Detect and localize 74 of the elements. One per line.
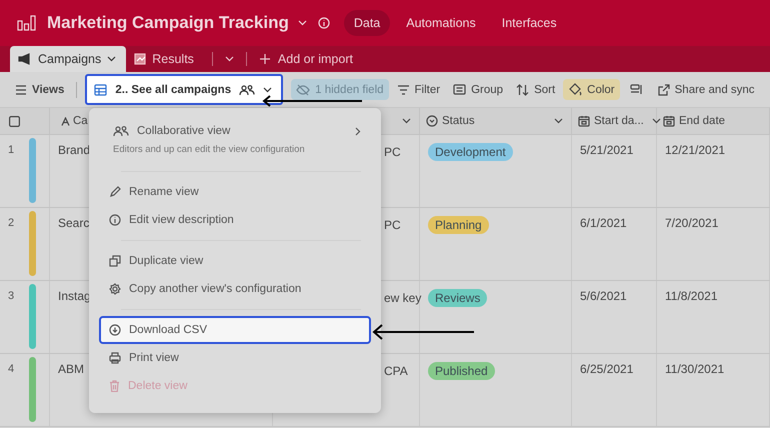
- trash-icon: [109, 380, 120, 392]
- column-header[interactable]: Start da...: [594, 115, 644, 127]
- people-icon: [239, 84, 256, 96]
- table-cell: 11/8/2021: [665, 289, 718, 303]
- table-cell: 12/21/2021: [665, 143, 726, 157]
- chart-square-icon: [134, 53, 146, 65]
- chevron-icon: [554, 118, 563, 124]
- bar-chart-icon: [17, 15, 36, 31]
- printer-icon: [109, 352, 121, 364]
- pencil-icon: [109, 186, 121, 198]
- chevron-icon: [263, 86, 272, 92]
- table-tab[interactable]: Campaigns: [10, 46, 126, 72]
- row-number: 1: [6, 143, 16, 158]
- table-cell: Searc: [58, 216, 90, 230]
- plus-icon: [258, 53, 271, 65]
- table-cell: Brand: [58, 143, 90, 157]
- menu-item[interactable]: Download CSV: [99, 316, 371, 344]
- table-cell: 11/30/2021: [665, 362, 724, 376]
- calendar-icon: [578, 115, 590, 127]
- nav-tab[interactable]: Interfaces: [492, 10, 567, 36]
- checkbox-icon: [9, 116, 20, 126]
- download-icon: [109, 324, 121, 336]
- table-cell: 5/6/2021: [580, 289, 627, 303]
- chevron-icon: [298, 20, 307, 26]
- group-icon: [453, 84, 466, 95]
- column-header[interactable]: End date: [679, 115, 726, 127]
- status-tag: Development: [428, 143, 513, 161]
- add-table-button[interactable]: Add or import: [254, 46, 357, 72]
- grid-icon: [94, 84, 108, 96]
- text-field-icon: [61, 116, 70, 126]
- menu-icon: [15, 84, 27, 94]
- paint-bucket-icon: [568, 83, 582, 96]
- table-cell: 5/21/2021: [580, 143, 634, 157]
- column-header[interactable]: Ca: [73, 115, 88, 127]
- table-cell: 7/20/2021: [665, 216, 718, 230]
- chevron-icon: [402, 118, 411, 124]
- status-tag: Reviews: [428, 289, 488, 307]
- row-number: 4: [6, 362, 16, 377]
- gear-icon: [109, 283, 121, 295]
- megaphone-icon: [18, 53, 32, 65]
- filter-icon: [396, 84, 410, 94]
- sort-button[interactable]: Sort: [511, 79, 560, 100]
- chevron-icon: [355, 126, 361, 136]
- table-cell: 6/1/2021: [580, 216, 627, 230]
- status-tag: Published: [428, 362, 495, 380]
- chevron-icon: [652, 118, 661, 124]
- nav-tab[interactable]: Automations: [396, 10, 486, 36]
- status-tag: Planning: [428, 216, 489, 234]
- row-number: 3: [6, 289, 16, 304]
- table-cell: ABM: [58, 362, 84, 376]
- people-icon: [113, 125, 129, 137]
- row-height-icon: [630, 84, 643, 95]
- base-title: Marketing Campaign Tracking: [47, 13, 289, 33]
- eye-slash-icon: [296, 84, 310, 96]
- share-button[interactable]: Share and sync: [652, 79, 760, 100]
- share-icon: [658, 84, 670, 96]
- info-icon: [109, 214, 121, 226]
- chevron-icon: [224, 56, 234, 62]
- views-button[interactable]: Views: [10, 80, 70, 100]
- table-cell: 6/25/2021: [580, 362, 634, 376]
- duplicate-icon: [109, 255, 121, 267]
- column-header[interactable]: Status: [442, 115, 475, 127]
- sort-icon: [516, 84, 530, 96]
- row-number: 2: [6, 216, 16, 231]
- group-button[interactable]: Group: [448, 79, 508, 100]
- table-tab[interactable]: Results: [126, 46, 204, 72]
- dropdown-circle-icon: [426, 115, 438, 127]
- chevron-icon: [107, 56, 116, 62]
- view-switcher-button[interactable]: 2.. See all campaigns: [85, 74, 284, 105]
- calendar-icon: [663, 115, 675, 127]
- color-button[interactable]: Color: [563, 79, 620, 100]
- info-icon: [318, 17, 330, 29]
- nav-tab[interactable]: Data: [344, 10, 390, 36]
- filter-button[interactable]: Filter: [392, 79, 446, 100]
